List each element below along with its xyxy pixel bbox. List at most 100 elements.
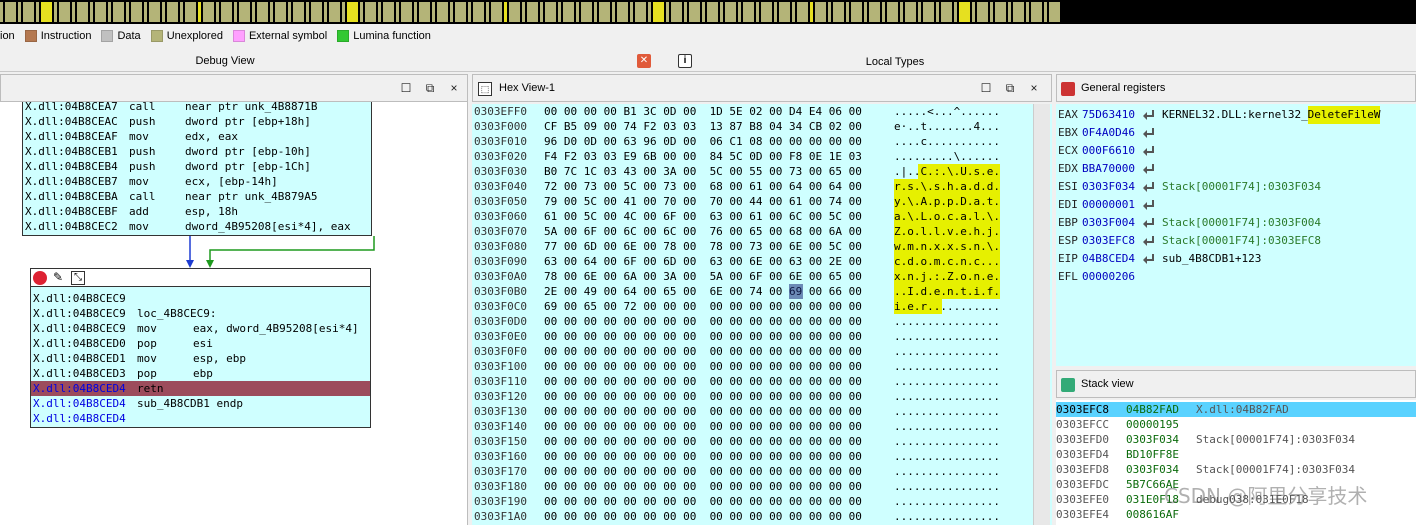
stack-row[interactable]: 0303EFD0 0303F034 Stack[00001F74]:0303F034 [1056, 432, 1416, 447]
graph-color-icon[interactable] [33, 271, 47, 285]
register-value[interactable]: 04B8CED4 [1082, 250, 1135, 268]
register-row[interactable]: EBX 0F4A0D46 [1056, 124, 1416, 142]
hex-row[interactable]: 0303F030 B0 7C 1C 03 43 00 3A 00 5C 00 55… [472, 164, 1032, 179]
stack-value[interactable]: 008616AF [1126, 507, 1179, 522]
stack-value[interactable]: 031E0F18 [1126, 492, 1179, 507]
close-icon[interactable]: ✕ [637, 54, 651, 68]
jump-arrow-icon[interactable] [1142, 162, 1156, 176]
asm-line[interactable]: X.dll:04B8CEC9 [31, 291, 370, 306]
restore-icon[interactable]: ⧉ [423, 81, 437, 95]
stack-row[interactable]: 0303EFD8 0303F034 Stack[00001F74]:0303F034 [1056, 462, 1416, 477]
stack-row[interactable]: 0303EFC8 04B82FAD X.dll:04B82FAD [1056, 402, 1416, 417]
hex-row[interactable]: 0303F040 72 00 73 00 5C 00 73 00 68 00 61… [472, 179, 1032, 194]
hex-row[interactable]: 0303F100 00 00 00 00 00 00 00 00 00 00 00… [472, 359, 1032, 374]
asm-line[interactable]: X.dll:04B8CEC9 loc_4B8CEC9: [31, 306, 370, 321]
hex-row[interactable]: 0303F000 CF B5 09 00 74 F2 03 03 13 87 B8… [472, 119, 1032, 134]
asm-line[interactable]: X.dll:04B8CED4 retn [31, 381, 370, 396]
tab-local-types[interactable]: Local Types [700, 51, 1090, 73]
asm-line[interactable]: X.dll:04B8CED1 mov esp, ebp [31, 351, 370, 366]
jump-arrow-icon[interactable] [1142, 198, 1156, 212]
jump-arrow-icon[interactable] [1142, 180, 1156, 194]
hex-row[interactable]: 0303F150 00 00 00 00 00 00 00 00 00 00 00… [472, 434, 1032, 449]
asm-line[interactable]: X.dll:04B8CED0 pop esi [31, 336, 370, 351]
hex-row[interactable]: 0303F080 77 00 6D 00 6E 00 78 00 78 00 73… [472, 239, 1032, 254]
hex-row[interactable]: 0303F0F0 00 00 00 00 00 00 00 00 00 00 00… [472, 344, 1032, 359]
hex-restore-icon[interactable]: ⧉ [1003, 81, 1017, 95]
register-row[interactable]: EAX 75D63410 KERNEL32.DLL:kernel32_ DeleteF… [1056, 106, 1416, 124]
register-row[interactable]: EIP 04B8CED4 sub_4B8CDB1+123 [1056, 250, 1416, 268]
hex-row[interactable]: 0303EFF0 00 00 00 00 B1 3C 0D 00 1D 5E 02… [472, 104, 1032, 119]
register-row[interactable]: EDX BBA70000 [1056, 160, 1416, 178]
register-row[interactable]: EDI 00000001 [1056, 196, 1416, 214]
code-block-bottom[interactable]: ✎ ⤡ X.dll:04B8CEC9 X.dll:04B8CEC9 loc_4B8C… [30, 268, 371, 428]
hex-selected-byte[interactable] [788, 284, 803, 299]
hex-row[interactable]: 0303F0E0 00 00 00 00 00 00 00 00 00 00 00… [472, 329, 1032, 344]
hex-row[interactable]: 0303F130 00 00 00 00 00 00 00 00 00 00 00… [472, 404, 1032, 419]
close-panel-icon[interactable]: × [447, 81, 461, 95]
navigation-band[interactable] [0, 0, 1416, 24]
maximize-icon[interactable]: ☐ [399, 81, 413, 95]
register-row[interactable]: ECX 000F6610 [1056, 142, 1416, 160]
info-icon[interactable]: i [678, 54, 692, 68]
general-registers[interactable]: EAX 75D63410 KERNEL32.DLL:kernel32_ DeleteF… [1056, 104, 1416, 366]
stack-row[interactable]: 0303EFCC 00000195 [1056, 417, 1416, 432]
stack-value[interactable]: 04B82FAD [1126, 402, 1179, 417]
register-value[interactable]: BBA70000 [1082, 160, 1135, 178]
register-value[interactable]: 000F6610 [1082, 142, 1135, 160]
hex-row[interactable]: 0303F0A0 78 00 6E 00 6A 00 3A 00 5A 00 6F… [472, 269, 1032, 284]
hex-row[interactable]: 0303F120 00 00 00 00 00 00 00 00 00 00 00… [472, 389, 1032, 404]
jump-arrow-icon[interactable] [1142, 126, 1156, 140]
jump-arrow-icon[interactable] [1142, 234, 1156, 248]
stack-value[interactable]: 5B7C66AE [1126, 477, 1179, 492]
graph-overview-icon[interactable]: ⤡ [71, 271, 85, 285]
stack-row[interactable]: 0303EFD4 BD10FF8E [1056, 447, 1416, 462]
hex-row[interactable]: 0303F0D0 00 00 00 00 00 00 00 00 00 00 00… [472, 314, 1032, 329]
register-row[interactable]: EBP 0303F004 Stack[00001F74]:0303F004 [1056, 214, 1416, 232]
hex-maximize-icon[interactable]: ☐ [979, 81, 993, 95]
register-value[interactable]: 0303EFC8 [1082, 232, 1135, 250]
register-value[interactable]: 00000206 [1082, 268, 1135, 286]
asm-line[interactable]: X.dll:04B8CEC9 mov eax, dword_4B95208[esi*… [31, 321, 370, 336]
jump-arrow-icon[interactable] [1142, 108, 1156, 122]
hex-row[interactable]: 0303F140 00 00 00 00 00 00 00 00 00 00 00… [472, 419, 1032, 434]
jump-arrow-icon[interactable] [1142, 216, 1156, 230]
hex-row[interactable]: 0303F170 00 00 00 00 00 00 00 00 00 00 00… [472, 464, 1032, 479]
hex-row[interactable]: 0303F060 61 00 5C 00 4C 00 6F 00 63 00 61… [472, 209, 1032, 224]
hex-row[interactable]: 0303F070 5A 00 6F 00 6C 00 6C 00 76 00 65… [472, 224, 1032, 239]
stack-row[interactable]: 0303EFE0 031E0F18 debug038:031E0F18 [1056, 492, 1416, 507]
hex-row[interactable]: 0303F160 00 00 00 00 00 00 00 00 00 00 00… [472, 449, 1032, 464]
stack-value[interactable]: 00000195 [1126, 417, 1179, 432]
hex-row[interactable]: 0303F090 63 00 64 00 6F 00 6D 00 63 00 6E… [472, 254, 1032, 269]
hex-row[interactable]: 0303F050 79 00 5C 00 41 00 70 00 70 00 44… [472, 194, 1032, 209]
stack-view[interactable]: 0303EFC8 04B82FAD X.dll:04B82FAD 0303EFCC 00… [1056, 400, 1416, 525]
register-value[interactable]: 0303F034 [1082, 178, 1135, 196]
register-row[interactable]: EFL 00000206 [1056, 268, 1416, 286]
stack-value[interactable]: 0303F034 [1126, 462, 1179, 477]
register-row[interactable]: ESI 0303F034 Stack[00001F74]:0303F034 [1056, 178, 1416, 196]
hex-row[interactable]: 0303F010 96 D0 0D 00 63 96 0D 00 06 C1 08… [472, 134, 1032, 149]
debug-view[interactable]: X.dll:04B8CEA7 call near ptr unk_4B8871B X.… [0, 102, 468, 525]
asm-line[interactable]: X.dll:04B8CED4 sub_4B8CDB1 endp [31, 396, 370, 411]
register-row[interactable]: ESP 0303EFC8 Stack[00001F74]:0303EFC8 [1056, 232, 1416, 250]
hex-row[interactable]: 0303F190 00 00 00 00 00 00 00 00 00 00 00… [472, 494, 1032, 509]
asm-line[interactable]: X.dll:04B8CED3 pop ebp [31, 366, 370, 381]
tab-debug-view[interactable]: Debug View [0, 50, 450, 72]
hex-close-icon[interactable]: × [1027, 81, 1041, 95]
register-value[interactable]: 0F4A0D46 [1082, 124, 1135, 142]
jump-arrow-icon[interactable] [1142, 252, 1156, 266]
hex-row[interactable]: 0303F180 00 00 00 00 00 00 00 00 00 00 00… [472, 479, 1032, 494]
stack-row[interactable]: 0303EFE4 008616AF [1056, 507, 1416, 522]
hex-view[interactable]: 0303EFF0 00 00 00 00 B1 3C 0D 00 1D 5E 02… [472, 104, 1052, 525]
stack-value[interactable]: BD10FF8E [1126, 447, 1179, 462]
asm-line[interactable]: X.dll:04B8CED4 [31, 411, 370, 426]
register-value[interactable]: 75D63410 [1082, 106, 1135, 124]
hex-row[interactable]: 0303F0B0 2E 00 49 00 64 00 65 00 6E 00 74… [472, 284, 1032, 299]
jump-arrow-icon[interactable] [1142, 144, 1156, 158]
register-value[interactable]: 0303F004 [1082, 214, 1135, 232]
edit-icon[interactable]: ✎ [53, 270, 63, 284]
stack-value[interactable]: 0303F034 [1126, 432, 1179, 447]
hex-row[interactable]: 0303F110 00 00 00 00 00 00 00 00 00 00 00… [472, 374, 1032, 389]
register-value[interactable]: 00000001 [1082, 196, 1135, 214]
hex-scrollbar[interactable] [1033, 104, 1050, 525]
stack-row[interactable]: 0303EFDC 5B7C66AE [1056, 477, 1416, 492]
